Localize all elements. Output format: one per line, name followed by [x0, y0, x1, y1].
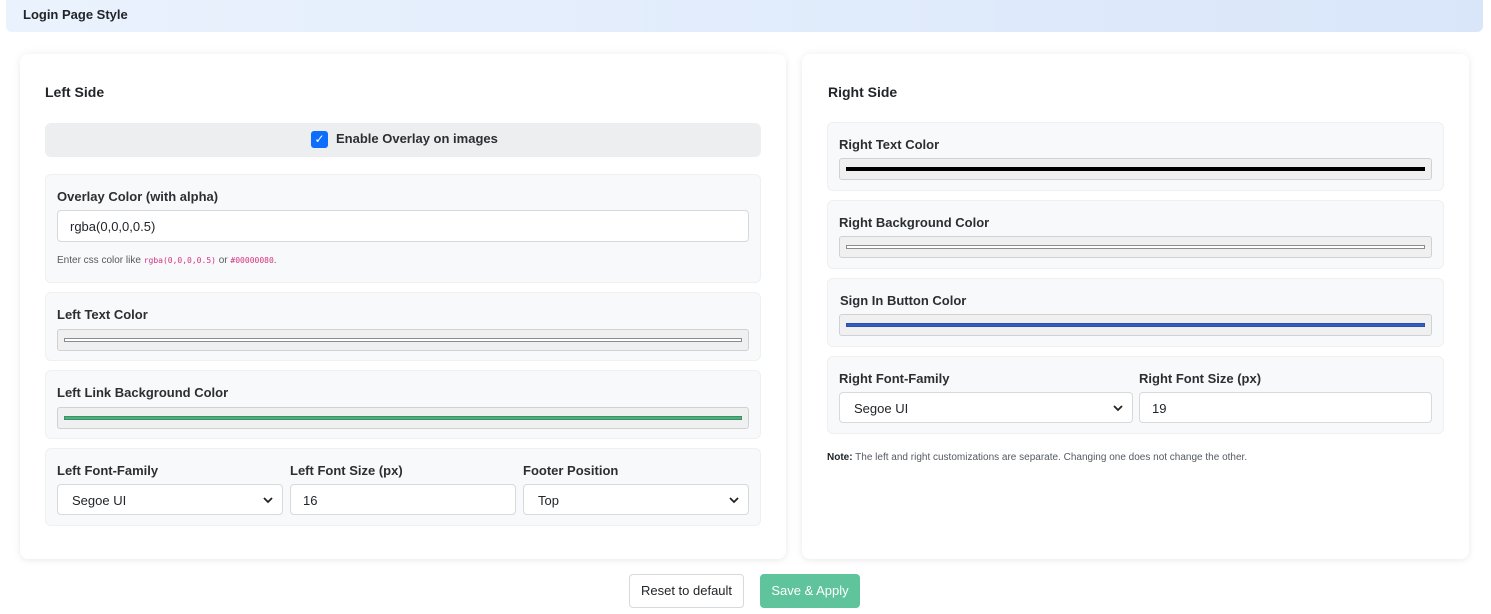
- reset-to-default-button[interactable]: Reset to default: [629, 574, 744, 608]
- left-text-color-label: Left Text Color: [57, 307, 148, 322]
- left-text-color-swatch: [64, 338, 742, 342]
- left-side-title: Left Side: [45, 84, 105, 100]
- right-bg-color-group: Right Background Color: [827, 200, 1444, 269]
- save-apply-button[interactable]: Save & Apply: [760, 574, 860, 608]
- left-text-color-picker[interactable]: [57, 329, 749, 351]
- right-bg-color-swatch: [846, 245, 1425, 249]
- left-font-family-value: Segoe UI: [72, 493, 127, 508]
- left-link-bg-label: Left Link Background Color: [57, 385, 229, 400]
- overlay-color-help: Enter css color like rgba(0,0,0,0.5) or …: [57, 255, 277, 266]
- right-text-color-label: Right Text Color: [839, 137, 940, 152]
- overlay-color-group: Overlay Color (with alpha) rgba(0,0,0,0.…: [45, 174, 761, 283]
- signin-color-swatch: [846, 323, 1425, 327]
- left-link-bg-picker[interactable]: [57, 407, 749, 429]
- left-font-size-input[interactable]: 16: [290, 484, 516, 515]
- page-title: Login Page Style: [23, 7, 128, 22]
- overlay-color-label: Overlay Color (with alpha): [57, 189, 219, 204]
- right-font-family-label: Right Font-Family: [839, 371, 950, 386]
- left-link-bg-group: Left Link Background Color: [45, 370, 761, 439]
- right-font-size-input[interactable]: 19: [1139, 392, 1432, 423]
- right-text-color-picker[interactable]: [839, 158, 1432, 180]
- overlay-checkbox[interactable]: ✓: [311, 131, 328, 148]
- left-text-color-group: Left Text Color: [45, 292, 761, 361]
- right-bg-color-label: Right Background Color: [839, 215, 990, 230]
- right-text-color-group: Right Text Color: [827, 122, 1444, 191]
- left-font-family-label: Left Font-Family: [57, 463, 159, 478]
- right-font-size-label: Right Font Size (px): [1139, 371, 1262, 386]
- signin-color-label: Sign In Button Color: [840, 293, 967, 308]
- chevron-down-icon: [263, 497, 273, 504]
- right-text-color-swatch: [846, 167, 1425, 171]
- right-side-card: Right Side Right Text Color Right Backgr…: [802, 54, 1469, 559]
- left-font-family-select[interactable]: Segoe UI: [57, 484, 283, 515]
- chevron-down-icon: [1113, 405, 1123, 412]
- right-font-family-value: Segoe UI: [854, 401, 909, 416]
- separation-note: Note: The left and right customizations …: [827, 452, 1248, 463]
- left-font-size-label: Left Font Size (px): [290, 463, 403, 478]
- left-side-card: Left Side ✓ Enable Overlay on images Ove…: [20, 54, 786, 559]
- signin-color-picker[interactable]: [839, 314, 1432, 336]
- chevron-down-icon: [729, 497, 739, 504]
- signin-color-group: Sign In Button Color: [827, 278, 1444, 347]
- left-link-bg-swatch: [64, 416, 742, 420]
- footer-position-label: Footer Position: [523, 463, 619, 478]
- right-bg-color-picker[interactable]: [839, 236, 1432, 258]
- overlay-checkbox-label[interactable]: Enable Overlay on images: [336, 131, 498, 146]
- left-font-group: Left Font-Family Segoe UI Left Font Size…: [45, 448, 761, 526]
- right-side-title: Right Side: [828, 84, 898, 100]
- footer-position-value: Top: [538, 493, 559, 508]
- right-font-family-select[interactable]: Segoe UI: [839, 392, 1133, 423]
- right-font-group: Right Font-Family Segoe UI Right Font Si…: [827, 356, 1444, 434]
- page-header: Login Page Style: [6, 0, 1483, 32]
- footer-position-select[interactable]: Top: [523, 484, 749, 515]
- overlay-toggle-box: ✓ Enable Overlay on images: [45, 123, 761, 157]
- checkmark-icon: ✓: [314, 132, 325, 146]
- overlay-color-input[interactable]: rgba(0,0,0,0.5): [57, 210, 749, 242]
